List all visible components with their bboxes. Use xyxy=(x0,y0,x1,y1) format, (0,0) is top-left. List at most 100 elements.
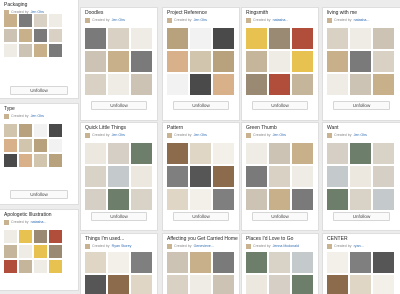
pin-thumbnail[interactable] xyxy=(190,252,211,273)
pin-thumbnail[interactable] xyxy=(4,44,17,57)
pin-thumbnail[interactable] xyxy=(373,166,394,187)
board-title[interactable]: Apologetic Illustration xyxy=(4,212,52,218)
pin-thumbnail[interactable] xyxy=(327,74,348,95)
pin-thumbnail[interactable] xyxy=(190,143,211,164)
pin-thumbnail[interactable] xyxy=(190,166,211,187)
creator-avatar[interactable] xyxy=(167,17,172,23)
pin-thumbnail[interactable] xyxy=(4,154,17,167)
pin-thumbnail[interactable] xyxy=(246,74,267,95)
board-card[interactable]: Want Created by Jen Ohs Unfollow xyxy=(323,123,400,230)
creator-avatar[interactable] xyxy=(327,132,332,138)
pin-thumbnail[interactable] xyxy=(19,14,32,27)
board-card[interactable]: Places I'd Love to Go Created by Jenna Mcd… xyxy=(242,234,318,294)
pin-thumbnail[interactable] xyxy=(246,252,267,273)
board-title[interactable]: Project Reference xyxy=(167,10,207,16)
pin-thumbnail[interactable] xyxy=(34,29,47,42)
pin-thumbnail[interactable] xyxy=(108,143,129,164)
board-title[interactable]: living with me xyxy=(327,10,357,16)
unfollow-button[interactable]: Unfollow xyxy=(252,212,308,221)
board-card[interactable]: Things I'm used... Created by Ryan Storey xyxy=(81,234,157,294)
board-card[interactable]: Green Thumb Created by Jen Ohs Unfollow xyxy=(242,123,318,230)
pin-thumbnail[interactable] xyxy=(108,189,129,210)
pin-thumbnail[interactable] xyxy=(246,51,267,72)
pin-thumbnail[interactable] xyxy=(19,154,32,167)
pin-thumbnail[interactable] xyxy=(85,275,106,294)
pin-thumbnail[interactable] xyxy=(49,44,62,57)
creator-name-link[interactable]: ryan... xyxy=(354,244,364,248)
pin-thumbnail[interactable] xyxy=(19,124,32,137)
board-title[interactable]: CENTER xyxy=(327,236,348,242)
creator-avatar[interactable] xyxy=(167,243,172,249)
board-title[interactable]: Want xyxy=(327,125,338,131)
pin-thumbnail[interactable] xyxy=(327,143,348,164)
pin-thumbnail[interactable] xyxy=(34,260,47,273)
pin-thumbnail[interactable] xyxy=(34,14,47,27)
board-card[interactable]: Ringsmith Created by natasha... Unfollow xyxy=(242,8,318,120)
pin-thumbnail[interactable] xyxy=(19,29,32,42)
pin-thumbnail[interactable] xyxy=(19,230,32,243)
creator-name-link[interactable]: Jen Ohs xyxy=(194,18,207,22)
pin-thumbnail[interactable] xyxy=(34,245,47,258)
pin-thumbnail[interactable] xyxy=(327,51,348,72)
pin-thumbnail[interactable] xyxy=(131,28,152,49)
pin-thumbnail[interactable] xyxy=(108,74,129,95)
pin-thumbnail[interactable] xyxy=(292,252,313,273)
pin-thumbnail[interactable] xyxy=(327,189,348,210)
board-title[interactable]: Affecting you Get Carried Home xyxy=(167,236,238,242)
pin-thumbnail[interactable] xyxy=(190,189,211,210)
creator-name-link[interactable]: natasha... xyxy=(273,18,289,22)
pin-thumbnail[interactable] xyxy=(269,51,290,72)
pin-thumbnail[interactable] xyxy=(19,139,32,152)
pin-thumbnail[interactable] xyxy=(108,28,129,49)
creator-name-link[interactable]: natasha... xyxy=(354,18,370,22)
board-card[interactable]: Doodles Created by Jen Ohs Unfollow xyxy=(81,8,157,120)
pin-thumbnail[interactable] xyxy=(327,252,348,273)
unfollow-button[interactable]: Unfollow xyxy=(173,212,229,221)
board-title[interactable]: Pattern xyxy=(167,125,183,131)
creator-name-link[interactable]: Genevieve... xyxy=(194,244,214,248)
pin-thumbnail[interactable] xyxy=(167,252,188,273)
pin-thumbnail[interactable] xyxy=(108,275,129,294)
pin-thumbnail[interactable] xyxy=(85,189,106,210)
creator-name-link[interactable]: Jen Ohs xyxy=(273,133,286,137)
pin-thumbnail[interactable] xyxy=(108,51,129,72)
pin-thumbnail[interactable] xyxy=(85,28,106,49)
creator-avatar[interactable] xyxy=(246,17,251,23)
board-card[interactable]: Project Reference Created by Jen Ohs Unfoll… xyxy=(163,8,239,120)
pin-thumbnail[interactable] xyxy=(167,166,188,187)
board-title[interactable]: Things I'm used... xyxy=(85,236,124,242)
pin-thumbnail[interactable] xyxy=(213,252,234,273)
pin-thumbnail[interactable] xyxy=(373,189,394,210)
pin-thumbnail[interactable] xyxy=(292,275,313,294)
pin-thumbnail[interactable] xyxy=(167,28,188,49)
pin-thumbnail[interactable] xyxy=(131,166,152,187)
pin-thumbnail[interactable] xyxy=(167,189,188,210)
pin-thumbnail[interactable] xyxy=(108,252,129,273)
pin-thumbnail[interactable] xyxy=(213,28,234,49)
creator-name-link[interactable]: Jen Ohs xyxy=(112,18,125,22)
pin-thumbnail[interactable] xyxy=(167,275,188,294)
pin-thumbnail[interactable] xyxy=(350,252,371,273)
pin-thumbnail[interactable] xyxy=(85,51,106,72)
pin-thumbnail[interactable] xyxy=(49,139,62,152)
pin-thumbnail[interactable] xyxy=(190,275,211,294)
pin-thumbnail[interactable] xyxy=(269,143,290,164)
pin-thumbnail[interactable] xyxy=(131,252,152,273)
pin-thumbnail[interactable] xyxy=(213,275,234,294)
pin-thumbnail[interactable] xyxy=(269,74,290,95)
pin-thumbnail[interactable] xyxy=(373,74,394,95)
pin-thumbnail[interactable] xyxy=(350,166,371,187)
board-title[interactable]: Ringsmith xyxy=(246,10,268,16)
pin-thumbnail[interactable] xyxy=(34,139,47,152)
unfollow-button[interactable]: Unfollow xyxy=(252,101,308,110)
pin-thumbnail[interactable] xyxy=(19,44,32,57)
board-title[interactable]: Doodles xyxy=(85,10,103,16)
pin-thumbnail[interactable] xyxy=(246,143,267,164)
pin-thumbnail[interactable] xyxy=(167,51,188,72)
board-card[interactable]: Type Created by Jen Ohs Unfollow xyxy=(0,104,78,204)
pin-thumbnail[interactable] xyxy=(19,260,32,273)
pin-thumbnail[interactable] xyxy=(34,124,47,137)
board-card[interactable]: Packaging Created by Jen Ohs Unfollow xyxy=(0,0,78,98)
creator-name-link[interactable]: Ryan Storey xyxy=(112,244,132,248)
unfollow-button[interactable]: Unfollow xyxy=(333,101,390,110)
